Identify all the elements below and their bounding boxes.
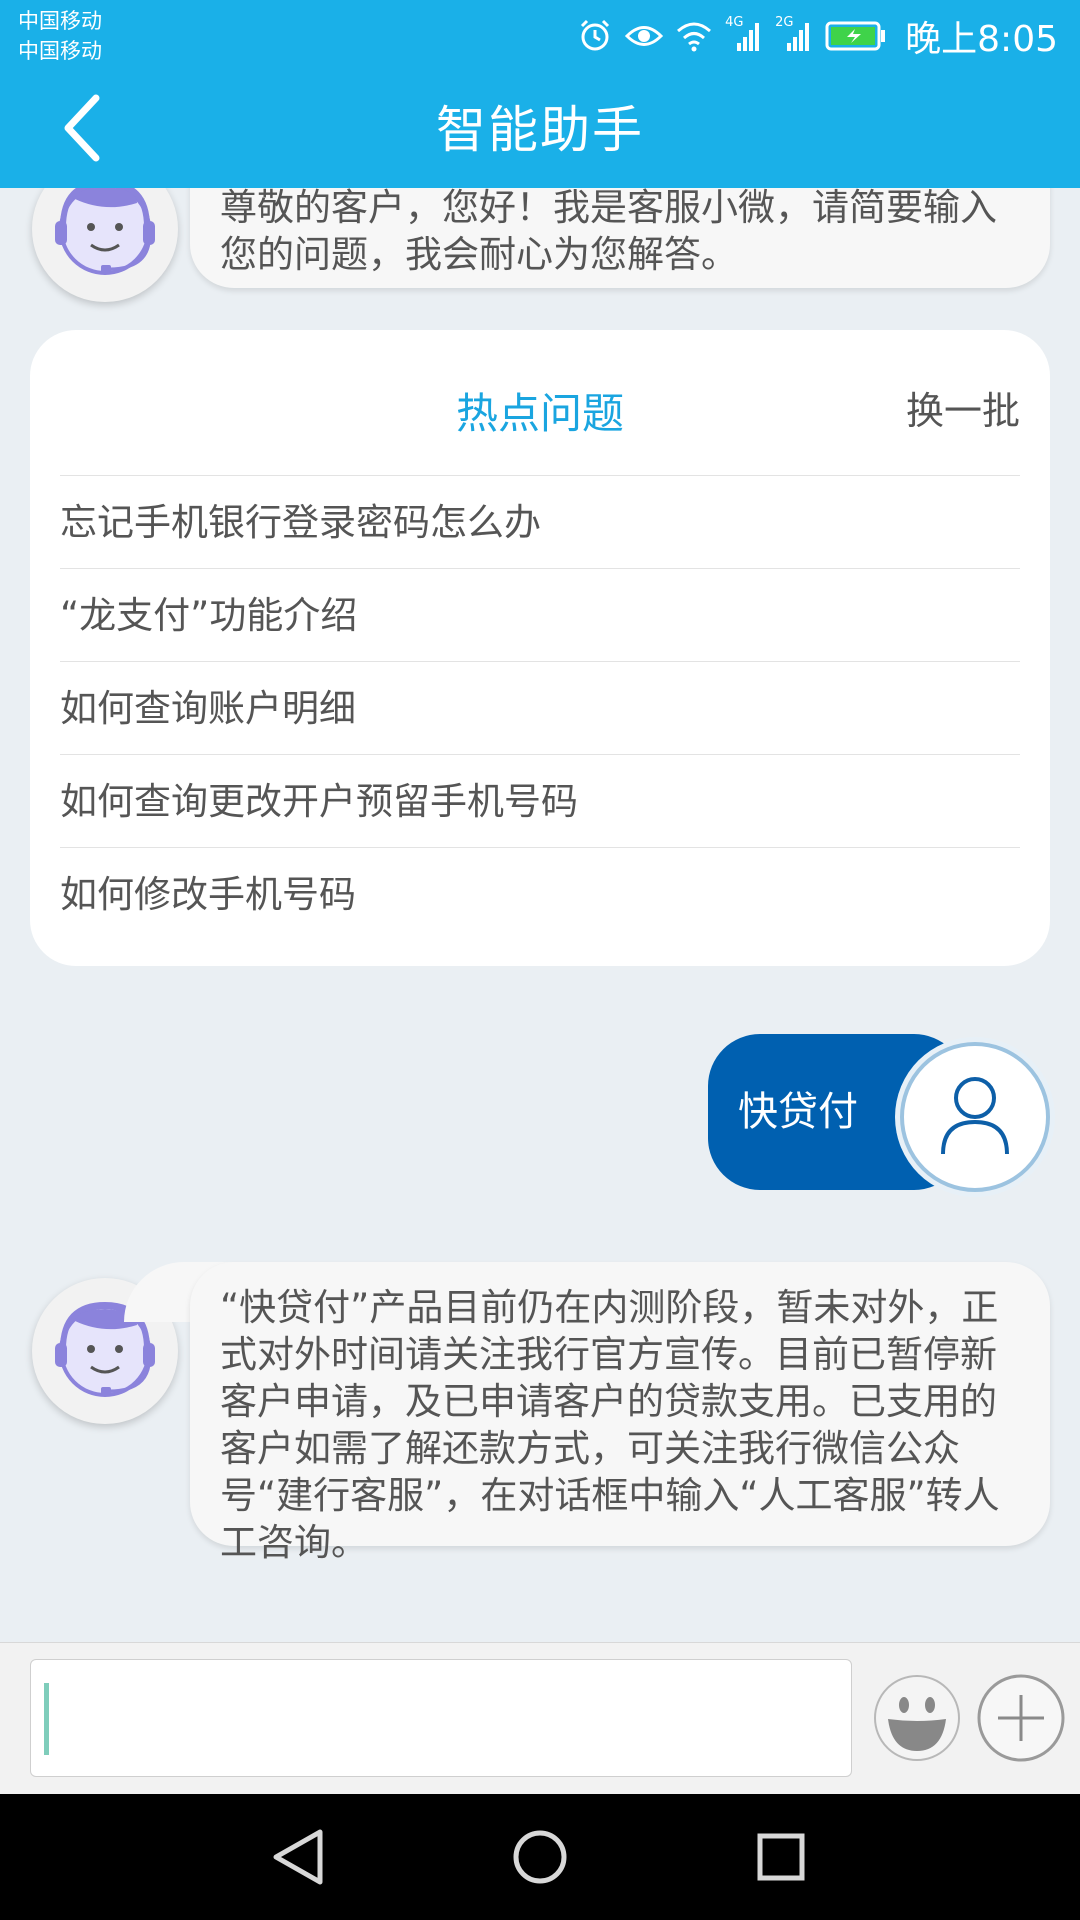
hot-questions-title: 热点问题 <box>455 389 624 438</box>
hot-question-item[interactable]: 如何修改手机号码 <box>60 847 1020 940</box>
header: 智能助手 <box>0 72 1080 188</box>
status-icons: 4G 2G 晚上8:05 <box>577 12 1058 60</box>
refresh-questions-button[interactable]: 换一批 <box>906 380 1020 435</box>
smiley-icon <box>874 1675 960 1761</box>
input-bar <box>0 1642 1080 1794</box>
emoji-button[interactable] <box>872 1673 962 1763</box>
hot-question-item[interactable]: “龙支付”功能介绍 <box>60 568 1020 661</box>
bot-reply-bubble: “快贷付”产品目前仍在内测阶段，暂未对外，正式对外时间请关注我行官方宣传。目前已… <box>190 1262 1050 1564</box>
signal-icon-1: 4G <box>725 15 763 53</box>
square-recents-icon <box>757 1833 805 1881</box>
system-home-button[interactable] <box>505 1822 575 1892</box>
triangle-back-icon <box>273 1829 323 1885</box>
user-avatar <box>900 1042 1050 1192</box>
headset-robot-icon <box>55 188 155 275</box>
eye-icon <box>625 21 664 51</box>
carrier-info: 中国移动 中国移动 <box>18 6 102 66</box>
carrier-1: 中国移动 <box>18 9 102 33</box>
page-title: 智能助手 <box>436 101 644 159</box>
text-cursor <box>44 1683 49 1755</box>
circle-home-icon <box>513 1830 567 1884</box>
battery-charging-icon <box>825 21 887 51</box>
hot-question-item[interactable]: 如何查询账户明细 <box>60 661 1020 754</box>
chat-area[interactable]: 尊敬的客户，您好！我是客服小微，请简要输入您的问题，我会耐心为您解答。 热点问题… <box>0 188 1080 1642</box>
plus-icon <box>977 1674 1065 1762</box>
hot-question-item[interactable]: 忘记手机银行登录密码怎么办 <box>60 475 1020 568</box>
signal-icon-2: 2G <box>775 15 813 53</box>
alarm-icon <box>577 18 613 54</box>
status-bar: 中国移动 中国移动 4G 2G 晚上8:05 <box>0 0 1080 72</box>
system-recents-button[interactable] <box>746 1822 816 1892</box>
person-icon <box>941 1077 1009 1155</box>
message-input[interactable] <box>30 1659 852 1777</box>
carrier-2: 中国移动 <box>18 39 102 63</box>
hot-question-item[interactable]: 如何查询更改开户预留手机号码 <box>60 754 1020 847</box>
wifi-icon <box>675 20 713 52</box>
bot-avatar <box>32 188 178 302</box>
system-nav-bar <box>0 1794 1080 1920</box>
system-back-button[interactable] <box>262 1822 332 1892</box>
hot-questions-card: 热点问题 换一批 忘记手机银行登录密码怎么办 “龙支付”功能介绍 如何查询账户明… <box>30 330 1050 966</box>
status-time: 晚上8:05 <box>905 19 1058 60</box>
plus-button[interactable] <box>976 1673 1066 1763</box>
bot-greeting-bubble: 尊敬的客户，您好！我是客服小微，请简要输入您的问题，我会耐心为您解答。 <box>190 188 1050 288</box>
